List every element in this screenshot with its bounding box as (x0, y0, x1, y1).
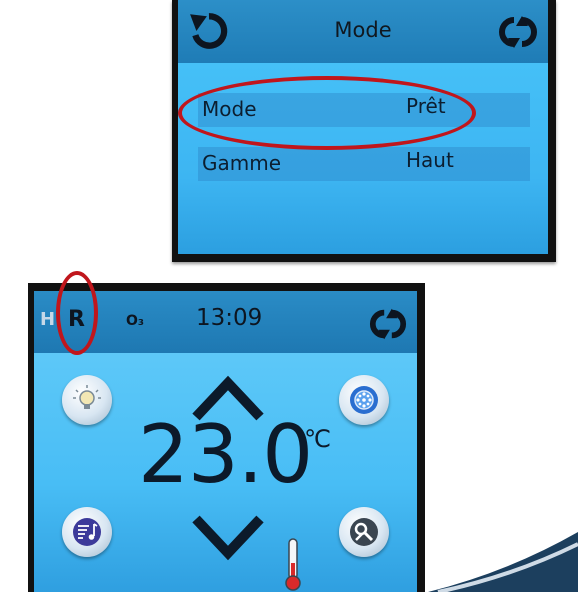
light-button[interactable] (62, 375, 112, 425)
thermometer-icon (285, 538, 301, 591)
temperature-unit: ℃ (304, 425, 331, 453)
gamme-row[interactable]: Gamme Haut (198, 147, 530, 181)
temperature-value: 23.0 (138, 408, 313, 501)
mode-highlight-oval (178, 76, 476, 150)
main-screen-body: 23.0 ℃ (34, 353, 417, 592)
r-status-highlight-oval (56, 271, 98, 355)
settings-button[interactable] (339, 507, 389, 557)
music-button[interactable] (62, 507, 112, 557)
music-icon (73, 518, 101, 546)
ozone-status-icon: O₃ (126, 313, 145, 329)
mode-screen-title: Mode (334, 18, 392, 42)
sync-icon[interactable] (369, 305, 407, 343)
arrow-down-icon[interactable] (188, 513, 268, 563)
h-status-icon: H (40, 309, 56, 330)
gamme-row-value: Haut (406, 148, 454, 172)
jets-button[interactable] (339, 375, 389, 425)
light-bulb-icon (73, 385, 101, 409)
jets-icon (350, 386, 378, 414)
decorative-corner (428, 532, 578, 592)
mode-screen-header: Mode (178, 0, 548, 63)
gamme-row-label: Gamme (202, 151, 282, 175)
clock: 13:09 (196, 305, 263, 331)
settings-icon (350, 518, 378, 546)
sync-icon[interactable] (498, 12, 538, 52)
